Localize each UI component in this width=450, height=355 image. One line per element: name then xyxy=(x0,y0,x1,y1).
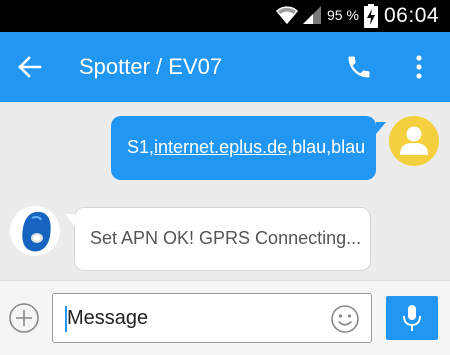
incoming-message-text: Set APN OK! GPRS Connecting... xyxy=(90,228,362,248)
microphone-icon[interactable] xyxy=(386,296,438,340)
clock-time: 06:04 xyxy=(384,4,440,27)
signal-icon xyxy=(302,5,322,30)
message-text-prefix: S1, xyxy=(127,137,155,157)
bubble-tail xyxy=(65,214,75,226)
message-composer xyxy=(0,280,450,355)
person-icon[interactable] xyxy=(389,116,439,166)
message-link[interactable]: internet.eplus.de xyxy=(154,137,287,157)
battery-charging-icon xyxy=(364,4,378,33)
wifi-icon xyxy=(275,5,299,30)
message-text-suffix: ,blau,blau xyxy=(287,137,366,157)
app-bar: Spotter / EV07 xyxy=(0,32,450,102)
phone-icon[interactable] xyxy=(345,53,373,81)
conversation-title: Spotter / EV07 xyxy=(79,54,223,79)
overflow-menu-icon[interactable] xyxy=(409,53,429,81)
outgoing-message-text: S1,internet.eplus.de,blau,blau xyxy=(127,137,365,158)
emoji-icon[interactable] xyxy=(330,304,360,334)
message-field[interactable] xyxy=(52,293,372,343)
status-bar: 95 % 06:04 xyxy=(0,0,450,32)
back-arrow-icon[interactable] xyxy=(16,54,42,80)
add-circle-icon[interactable] xyxy=(8,302,40,334)
bubble-tail xyxy=(376,122,386,134)
outgoing-message-bubble[interactable]: S1,internet.eplus.de,blau,blau xyxy=(111,116,386,180)
gps-tracker-device-icon[interactable] xyxy=(10,206,60,256)
message-input[interactable] xyxy=(67,304,327,332)
incoming-message-bubble[interactable]: Set APN OK! GPRS Connecting... xyxy=(65,207,371,271)
conversation-thread: S1,internet.eplus.de,blau,blau Set APN O… xyxy=(0,102,450,280)
battery-percent: 95 % xyxy=(327,7,359,23)
